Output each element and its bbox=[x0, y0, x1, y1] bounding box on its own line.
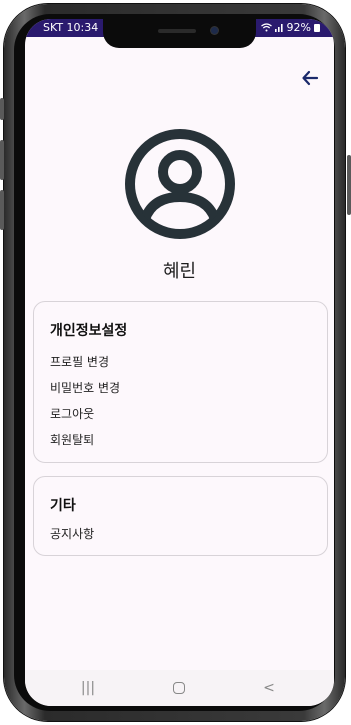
user-circle-icon bbox=[125, 129, 235, 239]
system-nav-bar: ||| < bbox=[25, 670, 334, 706]
power-button bbox=[347, 155, 351, 215]
volume-up-button bbox=[0, 140, 4, 180]
recent-apps-button[interactable]: ||| bbox=[73, 678, 103, 698]
back-button[interactable] bbox=[300, 69, 320, 89]
change-password-item[interactable]: 비밀번호 변경 bbox=[50, 379, 120, 396]
wifi-icon bbox=[260, 23, 272, 32]
edit-profile-item[interactable]: 프로필 변경 bbox=[50, 353, 109, 370]
home-button[interactable] bbox=[164, 678, 194, 698]
battery-icon bbox=[314, 23, 320, 32]
mute-switch bbox=[0, 98, 4, 120]
etc-card: 기타 공지사항 bbox=[33, 476, 328, 556]
app-screen: SKT 10:34 92% 혜린 개인정보설정 프로필 변경 비밀번호 변경 로… bbox=[25, 19, 334, 706]
carrier-time: SKT 10:34 bbox=[43, 21, 99, 34]
nav-back-button[interactable]: < bbox=[254, 678, 284, 698]
logout-item[interactable]: 로그아웃 bbox=[50, 405, 94, 422]
battery-percent: 92% bbox=[286, 21, 311, 34]
camera-notch bbox=[103, 19, 256, 48]
privacy-settings-card: 개인정보설정 프로필 변경 비밀번호 변경 로그아웃 회원탈퇴 bbox=[33, 301, 328, 463]
notice-item[interactable]: 공지사항 bbox=[50, 525, 94, 542]
front-camera bbox=[211, 27, 218, 34]
earpiece-speaker bbox=[158, 29, 196, 33]
home-icon bbox=[173, 682, 185, 694]
signal-icon bbox=[274, 24, 283, 32]
privacy-section-title: 개인정보설정 bbox=[50, 323, 128, 339]
etc-section-title: 기타 bbox=[50, 498, 76, 514]
delete-account-item[interactable]: 회원탈퇴 bbox=[50, 431, 94, 448]
user-name: 혜린 bbox=[162, 261, 197, 282]
volume-down-button bbox=[0, 190, 4, 230]
arrow-left-icon bbox=[302, 70, 319, 86]
status-icons: 92% bbox=[260, 21, 320, 34]
